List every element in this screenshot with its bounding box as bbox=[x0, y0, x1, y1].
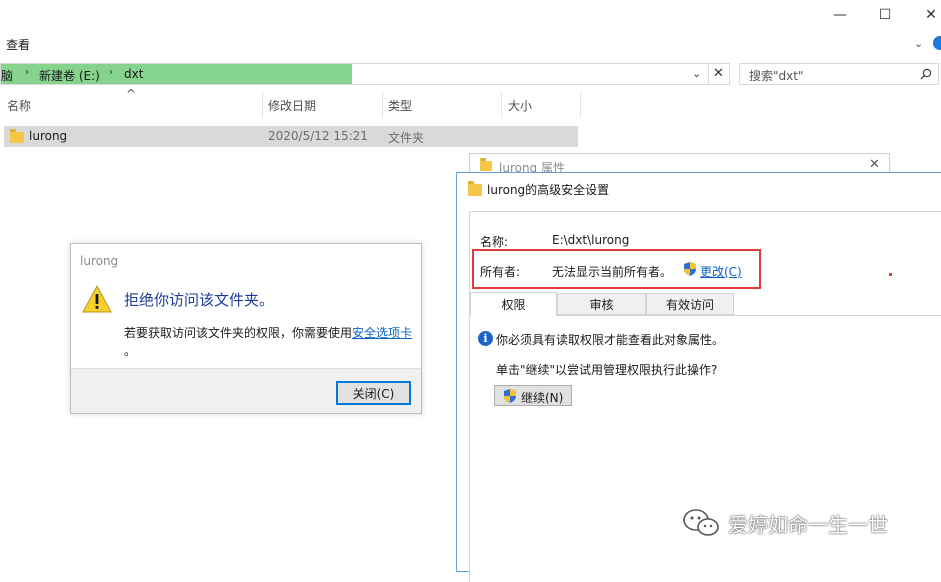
breadcrumb-folder[interactable]: dxt bbox=[124, 67, 143, 81]
wechat-icon bbox=[683, 509, 719, 536]
properties-dialog[interactable]: lurong 属性 ✕ bbox=[469, 153, 890, 175]
search-input[interactable]: 搜索"dxt" bbox=[749, 67, 803, 84]
close-icon: ✕ bbox=[925, 7, 937, 23]
dialog-message: 若要获取访问该文件夹的权限，你需要使用 bbox=[124, 326, 353, 340]
search-icon[interactable] bbox=[920, 68, 932, 80]
maximize-icon: ☐ bbox=[878, 7, 892, 23]
folder-icon bbox=[468, 181, 482, 196]
change-owner-link[interactable]: 更改(C) bbox=[700, 263, 742, 280]
tab-auditing[interactable]: 审核 bbox=[557, 293, 646, 315]
ribbon-expand-icon[interactable]: ⌄ bbox=[914, 37, 923, 50]
breadcrumb-computer[interactable]: 脑 bbox=[1, 67, 13, 84]
file-date: 2020/5/12 15:21 bbox=[268, 129, 368, 143]
minimize-icon: — bbox=[833, 7, 847, 23]
dialog-title: lurong bbox=[80, 254, 119, 268]
column-header-name[interactable]: 名称 bbox=[7, 97, 31, 114]
close-icon[interactable]: ✕ bbox=[869, 157, 880, 172]
security-dialog-title: lurong的高级安全设置 bbox=[487, 183, 610, 197]
security-tab-link[interactable]: 安全选项卡 bbox=[352, 324, 412, 341]
chevron-down-icon[interactable]: ⌄ bbox=[692, 67, 701, 80]
column-separator[interactable] bbox=[580, 92, 581, 118]
ribbon-tab-view[interactable]: 查看 bbox=[6, 36, 30, 53]
folder-icon bbox=[10, 129, 24, 143]
uac-shield-icon bbox=[504, 389, 516, 403]
name-value: E:\dxt\lurong bbox=[552, 233, 630, 247]
column-separator[interactable] bbox=[382, 92, 383, 118]
table-row[interactable]: lurong 2020/5/12 15:21 文件夹 bbox=[4, 126, 578, 147]
address-bar[interactable]: 脑 › 新建卷 (E:) › dxt ⌄ ✕ bbox=[0, 63, 730, 85]
owner-value: 无法显示当前所有者。 bbox=[552, 265, 673, 279]
sort-up-icon: ^ bbox=[126, 87, 137, 101]
name-label: 名称: bbox=[480, 235, 509, 249]
maximize-button[interactable]: ☐ bbox=[862, 0, 908, 30]
address-divider bbox=[708, 64, 709, 84]
info-text: 你必须具有读取权限才能查看此对象属性。 bbox=[496, 333, 725, 347]
column-header-type[interactable]: 类型 bbox=[388, 97, 412, 114]
continue-button[interactable]: 继续(N) bbox=[494, 385, 572, 406]
owner-label: 所有者: bbox=[480, 265, 521, 279]
watermark: 爱婷如命一生一世 bbox=[682, 508, 888, 538]
access-denied-dialog: lurong 拒绝你访问该文件夹。 若要获取访问该文件夹的权限，你需要使用 安全… bbox=[70, 243, 422, 414]
chevron-right-icon[interactable]: › bbox=[25, 67, 29, 78]
close-window-button[interactable]: ✕ bbox=[908, 0, 941, 30]
watermark-text: 爱婷如命一生一世 bbox=[728, 512, 888, 537]
tab-permissions[interactable]: 权限 bbox=[470, 292, 557, 316]
folder-icon bbox=[480, 158, 492, 171]
breadcrumb-drive[interactable]: 新建卷 (E:) bbox=[39, 67, 100, 84]
minimize-button[interactable]: — bbox=[817, 0, 863, 30]
file-name: lurong bbox=[29, 129, 68, 143]
red-dot bbox=[889, 273, 892, 276]
chevron-right-icon[interactable]: › bbox=[109, 67, 113, 78]
continue-button-label: 继续(N) bbox=[521, 391, 564, 405]
info-icon: i bbox=[478, 331, 493, 346]
clear-address-icon[interactable]: ✕ bbox=[713, 66, 724, 81]
dialog-message-tail: 。 bbox=[124, 344, 137, 358]
warning-icon bbox=[82, 284, 112, 313]
tab-effective-access[interactable]: 有效访问 bbox=[646, 293, 734, 315]
dialog-footer: 关闭(C) bbox=[71, 368, 421, 413]
column-header-date[interactable]: 修改日期 bbox=[268, 97, 316, 114]
column-header-size[interactable]: 大小 bbox=[508, 97, 532, 114]
column-separator[interactable] bbox=[501, 92, 502, 118]
search-box[interactable]: 搜索"dxt" bbox=[739, 63, 939, 85]
close-button[interactable]: 关闭(C) bbox=[336, 381, 411, 405]
dialog-heading: 拒绝你访问该文件夹。 bbox=[124, 291, 275, 309]
prompt-text: 单击"继续"以尝试用管理权限执行此操作? bbox=[496, 363, 718, 377]
help-icon[interactable] bbox=[933, 36, 941, 50]
file-type: 文件夹 bbox=[388, 131, 425, 145]
column-separator[interactable] bbox=[262, 92, 263, 118]
uac-shield-icon bbox=[684, 262, 696, 276]
